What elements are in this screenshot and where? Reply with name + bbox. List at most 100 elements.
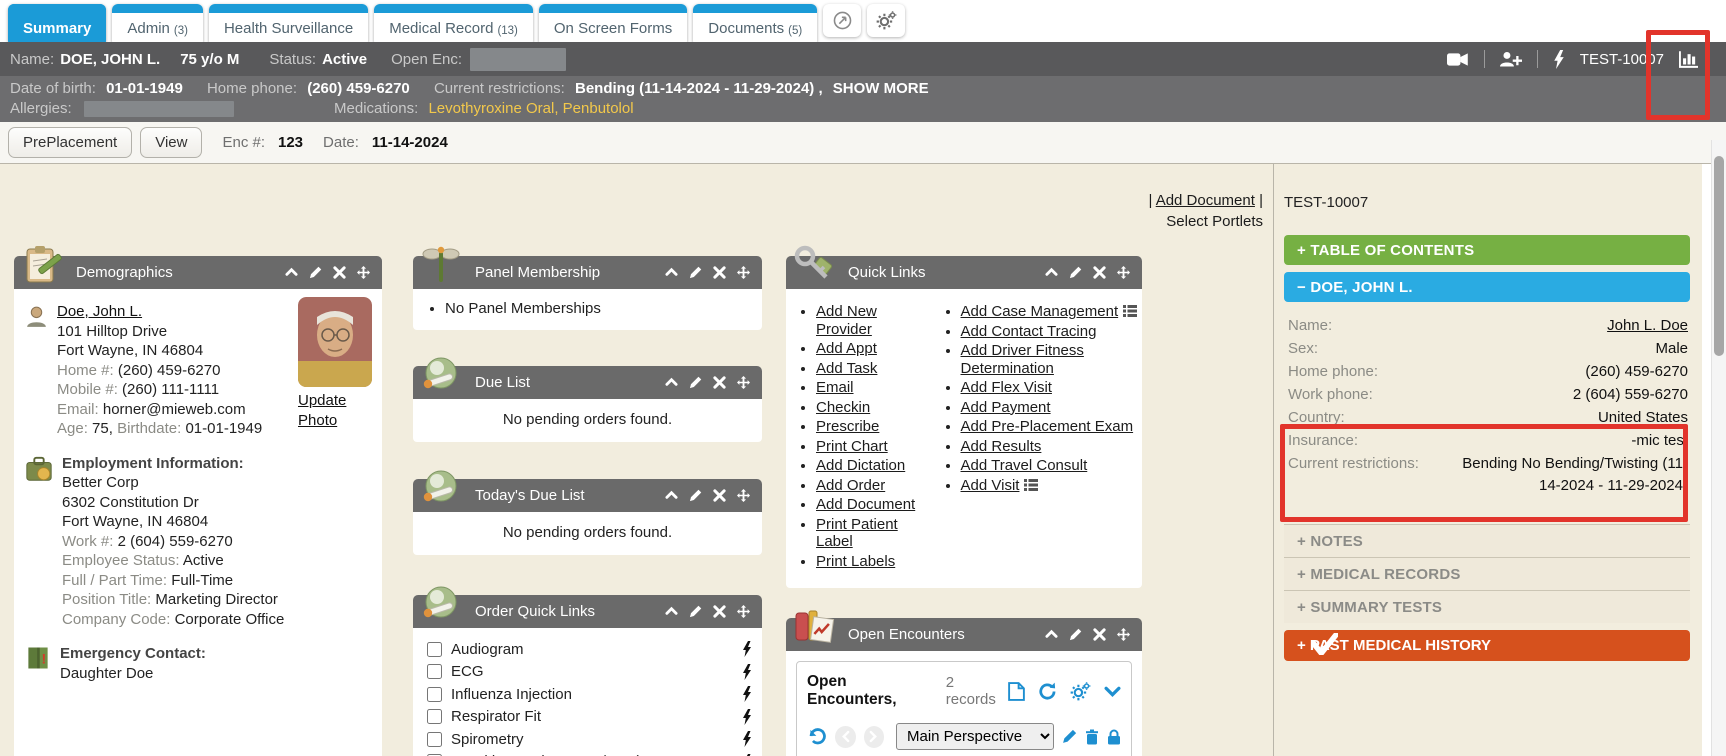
- patient-name-link[interactable]: John L. Doe: [1607, 317, 1688, 334]
- quick-order-bolt-icon[interactable]: [742, 731, 752, 747]
- lightning-icon[interactable]: [1553, 50, 1565, 69]
- patient-name-link[interactable]: Doe, John L.: [57, 303, 142, 320]
- panel-move-icon[interactable]: [357, 266, 370, 279]
- panel-collapse-icon[interactable]: [665, 376, 678, 389]
- panel-edit-icon[interactable]: [1069, 266, 1082, 279]
- panel-edit-icon[interactable]: [1069, 628, 1082, 641]
- table-of-contents-section[interactable]: + TABLE OF CONTENTS: [1284, 235, 1690, 265]
- panel-close-icon[interactable]: [333, 266, 346, 279]
- settings-gear-button[interactable]: [867, 4, 905, 37]
- panel-collapse-icon[interactable]: [1045, 266, 1058, 279]
- order-checkbox[interactable]: [427, 642, 442, 657]
- quick-link[interactable]: Add Flex Visit: [961, 379, 1052, 396]
- order-checkbox[interactable]: [427, 709, 442, 724]
- panel-collapse-icon[interactable]: [285, 266, 298, 279]
- refresh-icon[interactable]: [1038, 682, 1057, 701]
- view-button[interactable]: View: [140, 127, 202, 158]
- panel-edit-icon[interactable]: [309, 266, 322, 279]
- sidebar-section-summary-tests[interactable]: + SUMMARY TESTS: [1284, 590, 1690, 623]
- panel-collapse-icon[interactable]: [665, 605, 678, 618]
- quick-link[interactable]: Email: [816, 379, 854, 396]
- panel-collapse-icon[interactable]: [665, 489, 678, 502]
- panel-collapse-icon[interactable]: [665, 266, 678, 279]
- sidebar-section-medical-records[interactable]: + MEDICAL RECORDS: [1284, 557, 1690, 590]
- quick-link[interactable]: Print Labels: [816, 553, 895, 570]
- panel-close-icon[interactable]: [1093, 266, 1106, 279]
- quick-link[interactable]: Add Payment: [961, 399, 1051, 416]
- open-in-new-window-button[interactable]: [823, 4, 861, 37]
- panel-move-icon[interactable]: [737, 605, 750, 618]
- video-camera-icon[interactable]: [1447, 52, 1469, 67]
- quick-link[interactable]: Add Pre-Placement Exam: [961, 418, 1134, 435]
- panel-close-icon[interactable]: [1093, 628, 1106, 641]
- quick-link[interactable]: Add New Provider: [816, 303, 877, 338]
- panel-edit-icon[interactable]: [689, 376, 702, 389]
- new-document-icon[interactable]: [1008, 682, 1025, 701]
- panel-edit-icon[interactable]: [689, 605, 702, 618]
- tab-medical-record[interactable]: Medical Record(13): [374, 4, 533, 43]
- preplacement-button[interactable]: PrePlacement: [8, 127, 132, 158]
- quick-link[interactable]: Add Case Management: [961, 303, 1119, 320]
- quick-order-bolt-icon[interactable]: [742, 709, 752, 725]
- quick-link[interactable]: Add Task: [816, 360, 877, 377]
- scrollbar-thumb[interactable]: [1714, 156, 1724, 356]
- gear-icon[interactable]: [1070, 682, 1091, 701]
- panel-close-icon[interactable]: [713, 376, 726, 389]
- quick-order-bolt-icon[interactable]: [742, 686, 752, 702]
- edit-pencil-icon[interactable]: [1062, 729, 1077, 744]
- panel-edit-icon[interactable]: [689, 266, 702, 279]
- tab-admin[interactable]: Admin(3): [112, 4, 203, 43]
- chevron-down-icon[interactable]: [1104, 686, 1121, 697]
- medications-links[interactable]: Levothyroxine Oral, Penbutolol: [428, 100, 633, 117]
- show-more-link[interactable]: SHOW MORE: [833, 80, 929, 97]
- sidebar-section-notes[interactable]: + NOTES: [1284, 524, 1690, 557]
- quick-order-bolt-icon[interactable]: [742, 641, 752, 657]
- panel-move-icon[interactable]: [1117, 266, 1130, 279]
- tab-on-screen-forms[interactable]: On Screen Forms: [539, 4, 687, 43]
- panel-collapse-icon[interactable]: [1045, 628, 1058, 641]
- quick-order-bolt-icon[interactable]: [742, 664, 752, 680]
- quick-link[interactable]: Add Document: [816, 496, 915, 513]
- quick-link[interactable]: Add Travel Consult: [961, 457, 1088, 474]
- quick-link[interactable]: Add Order: [816, 477, 885, 494]
- order-checkbox[interactable]: [427, 732, 442, 747]
- lock-icon[interactable]: [1107, 729, 1121, 745]
- panel-close-icon[interactable]: [713, 489, 726, 502]
- panel-close-icon[interactable]: [713, 266, 726, 279]
- add-document-link[interactable]: Add Document: [1156, 192, 1255, 209]
- chevron-right-icon[interactable]: [864, 726, 885, 748]
- quick-link[interactable]: Checkin: [816, 399, 870, 416]
- patient-section-header[interactable]: − DOE, JOHN L.: [1284, 272, 1690, 302]
- perspective-select[interactable]: Main Perspective: [896, 723, 1054, 750]
- quick-link[interactable]: Add Contact Tracing: [961, 323, 1097, 340]
- sidebar-section-past-medical-history[interactable]: + PAST MEDICAL HISTORY: [1284, 630, 1690, 661]
- quick-link[interactable]: Add Appt: [816, 340, 877, 357]
- quick-link[interactable]: Print Patient Label: [816, 516, 898, 551]
- chevron-left-icon[interactable]: [835, 726, 856, 748]
- quick-link[interactable]: Print Chart: [816, 438, 888, 455]
- list-icon[interactable]: [1123, 305, 1137, 317]
- panel-move-icon[interactable]: [737, 376, 750, 389]
- quick-link[interactable]: Add Visit: [961, 477, 1020, 494]
- list-icon[interactable]: [1024, 479, 1038, 491]
- panel-move-icon[interactable]: [737, 266, 750, 279]
- tab-summary[interactable]: Summary: [8, 4, 106, 43]
- select-portlets-link[interactable]: Select Portlets: [1166, 213, 1263, 230]
- tab-documents[interactable]: Documents(5): [693, 4, 817, 43]
- person-add-icon[interactable]: [1500, 51, 1522, 68]
- trash-icon[interactable]: [1085, 729, 1099, 745]
- quick-link[interactable]: Add Results: [961, 438, 1042, 455]
- panel-move-icon[interactable]: [737, 489, 750, 502]
- page-scrollbar[interactable]: [1711, 140, 1726, 756]
- quick-link[interactable]: Add Dictation: [816, 457, 905, 474]
- panel-move-icon[interactable]: [1117, 628, 1130, 641]
- quick-link[interactable]: Add Driver Fitness Determination: [961, 342, 1084, 377]
- undo-icon[interactable]: [807, 728, 827, 745]
- bar-chart-icon[interactable]: [1679, 51, 1698, 68]
- order-checkbox[interactable]: [427, 664, 442, 679]
- quick-link[interactable]: Prescribe: [816, 418, 879, 435]
- tab-health-surveillance[interactable]: Health Surveillance: [209, 4, 368, 43]
- panel-close-icon[interactable]: [713, 605, 726, 618]
- update-photo-link[interactable]: Update Photo: [298, 391, 356, 430]
- order-checkbox[interactable]: [427, 687, 442, 702]
